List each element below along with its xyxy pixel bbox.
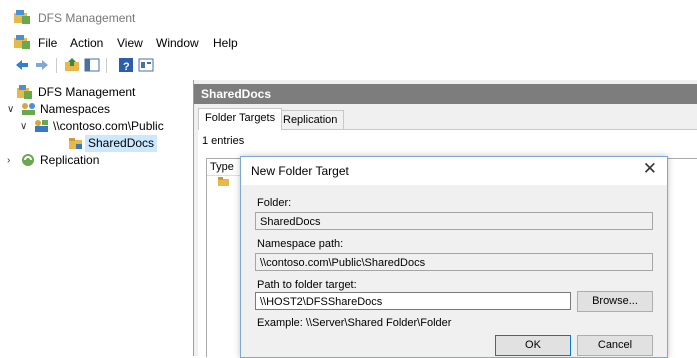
toolbar-divider xyxy=(56,58,57,73)
menu-window[interactable]: Window xyxy=(156,36,199,50)
show-hide-tree-icon[interactable] xyxy=(84,57,100,73)
navigation-tree: DFS Management ∨ Namespaces ∨ \\contoso.… xyxy=(0,80,194,356)
namespaces-icon xyxy=(22,103,35,115)
ok-button[interactable]: OK xyxy=(495,335,571,356)
menu-help[interactable]: Help xyxy=(213,36,238,50)
detail-header-title: SharedDocs xyxy=(201,87,272,101)
folder-field: SharedDocs xyxy=(255,212,653,230)
tree-item-namespace-public[interactable]: ∨ \\contoso.com\Public xyxy=(0,118,193,135)
properties-icon[interactable] xyxy=(138,57,154,73)
detail-header: SharedDocs xyxy=(194,84,697,104)
new-folder-target-dialog: New Folder Target ✕ Folder: SharedDocs N… xyxy=(240,156,668,358)
tree-item-namespaces[interactable]: ∨ Namespaces xyxy=(0,101,193,118)
menu-bar: File Action View Window Help xyxy=(0,32,697,52)
dialog-body: Folder: SharedDocs Namespace path: \\con… xyxy=(241,185,667,357)
window-title: DFS Management xyxy=(38,11,136,25)
dfs-app-icon xyxy=(14,10,30,24)
replication-icon xyxy=(22,154,34,166)
menu-action[interactable]: Action xyxy=(70,36,103,50)
tree-label: Namespaces xyxy=(40,102,111,116)
tab-replication[interactable]: Replication xyxy=(276,110,345,130)
back-arrow-icon[interactable] xyxy=(14,57,30,73)
tree-label: DFS Management xyxy=(38,85,136,99)
folder-label: Folder: xyxy=(257,197,292,209)
tree-label: \\contoso.com\Public xyxy=(53,119,164,133)
namespace-path-field: \\contoso.com\Public\SharedDocs xyxy=(255,253,653,271)
tree-item-replication[interactable]: › Replication xyxy=(0,152,193,169)
tree-item-dfs-management[interactable]: DFS Management xyxy=(0,84,193,101)
tree-label: Replication xyxy=(40,153,100,167)
namespace-path-label: Namespace path: xyxy=(257,238,344,250)
target-path-label: Path to folder target: xyxy=(257,279,357,291)
close-icon[interactable]: ✕ xyxy=(643,159,657,179)
dfs-management-icon xyxy=(17,85,32,99)
target-path-input[interactable]: \\HOST2\DFSShareDocs xyxy=(255,292,571,310)
folder-icon xyxy=(69,138,82,149)
cancel-button[interactable]: Cancel xyxy=(577,335,653,356)
chevron-down-icon[interactable]: ∨ xyxy=(7,101,14,118)
chevron-right-icon[interactable]: › xyxy=(7,152,10,169)
forward-arrow-icon[interactable] xyxy=(34,57,50,73)
dialog-title: New Folder Target xyxy=(251,164,349,178)
title-bar: DFS Management xyxy=(0,0,697,32)
menu-file[interactable]: File xyxy=(38,36,57,50)
svg-text:?: ? xyxy=(123,61,130,73)
namespace-icon xyxy=(35,120,48,132)
up-folder-icon[interactable] xyxy=(64,57,80,73)
example-text: Example: \\Server\Shared Folder\Folder xyxy=(257,317,452,329)
entries-count: 1 entries xyxy=(202,135,245,147)
menu-view[interactable]: View xyxy=(117,36,143,50)
tab-folder-targets[interactable]: Folder Targets xyxy=(198,108,283,130)
browse-button[interactable]: Browse... xyxy=(577,291,653,312)
toolbar-divider xyxy=(106,58,107,73)
chevron-down-icon[interactable]: ∨ xyxy=(20,118,27,135)
toolbar: ? xyxy=(0,52,697,81)
folder-target-icon xyxy=(218,177,229,186)
tree-item-shareddocs[interactable]: SharedDocs xyxy=(0,135,193,152)
tree-label: SharedDocs xyxy=(85,135,158,152)
dfs-menu-icon[interactable] xyxy=(14,35,30,49)
help-icon[interactable]: ? xyxy=(118,57,134,73)
